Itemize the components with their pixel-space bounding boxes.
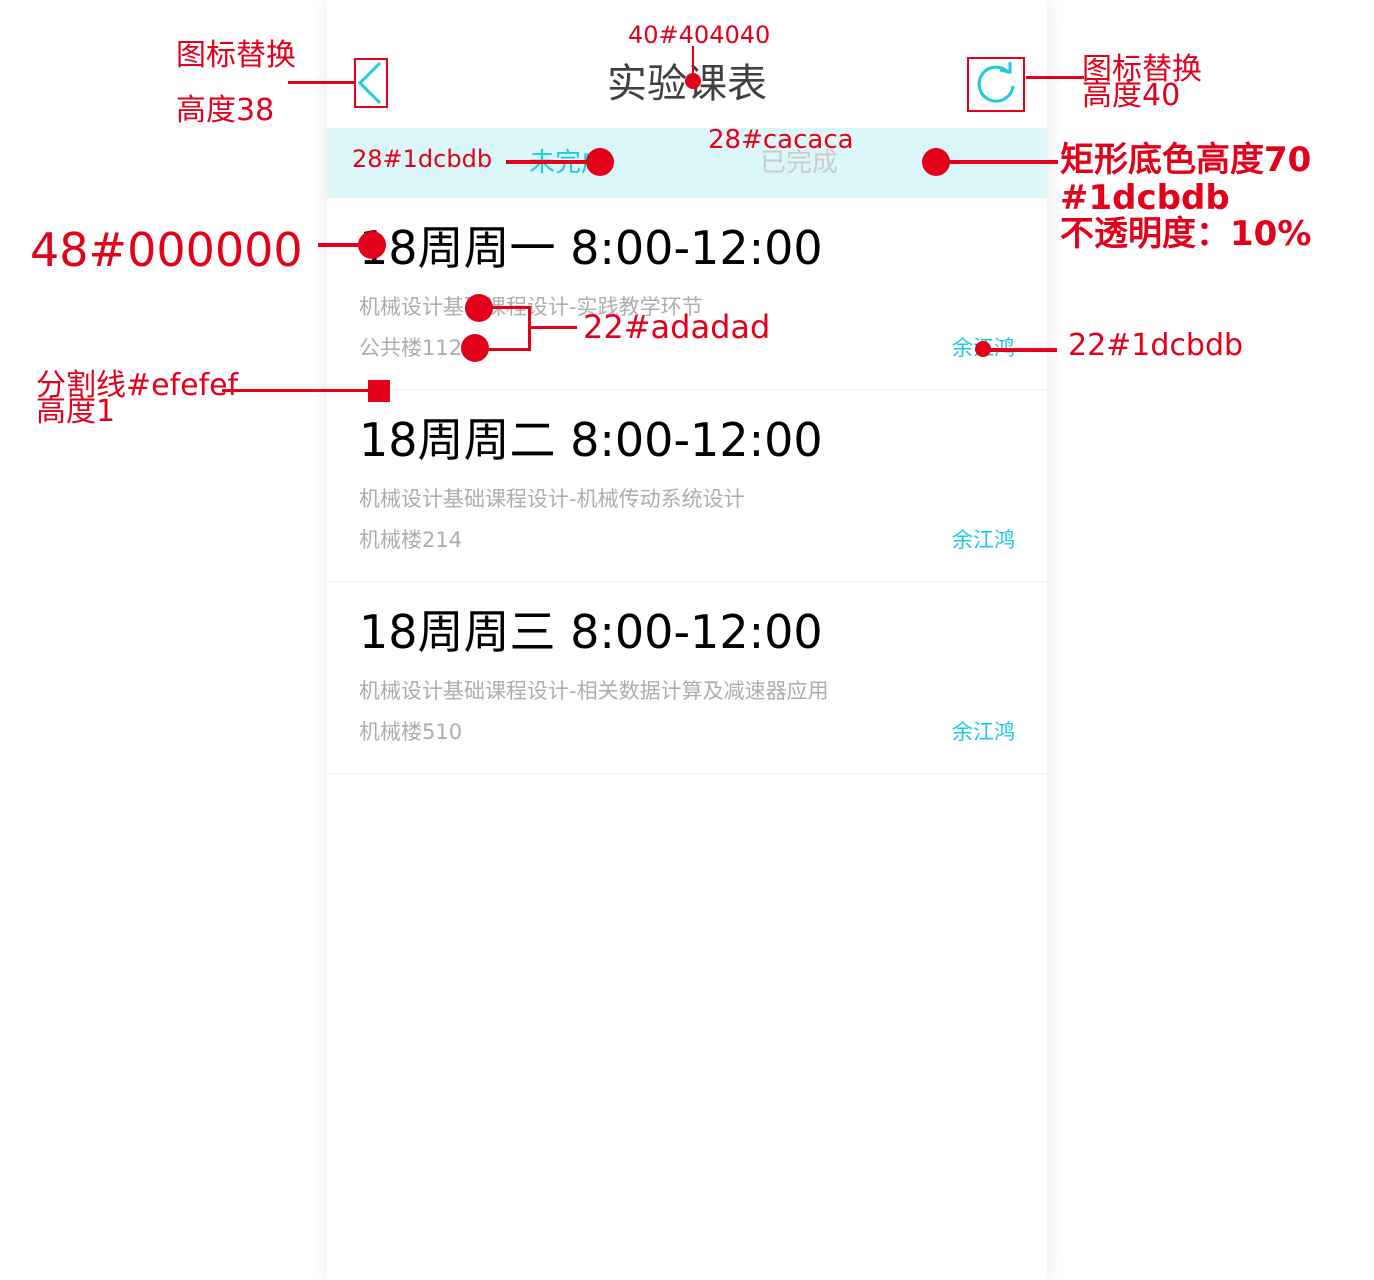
annotation-divider-height: 高度1	[36, 394, 116, 429]
class-time: 18周周二 8:00-12:00	[359, 413, 823, 467]
annotation-dot	[358, 231, 386, 259]
annotation-tabbar-color: #1dcbdb	[1060, 178, 1230, 218]
annotation-leader	[936, 160, 1058, 164]
course-name: 机械设计基础课程设计-相关数据计算及减速器应用	[359, 679, 829, 703]
design-spec-canvas: 实验课表 未完成 已完成 18周周一 8:00-12:00 机械设计基础课程设计…	[0, 0, 1374, 1280]
annotation-tab-inactive-spec: 28#cacaca	[708, 125, 854, 155]
annotation-leader	[475, 348, 531, 351]
annotation-refresh-icon-height: 高度40	[1082, 78, 1181, 113]
annotation-marker	[368, 380, 390, 402]
annotation-tab-active-spec: 28#1dcbdb	[352, 145, 493, 173]
annotation-leader	[288, 81, 354, 84]
phone-screen: 实验课表 未完成 已完成 18周周一 8:00-12:00 机械设计基础课程设计…	[327, 0, 1047, 1280]
annotation-leader	[1026, 76, 1084, 79]
schedule-row[interactable]: 18周周一 8:00-12:00 机械设计基础课程设计-实践教学环节 公共楼11…	[327, 198, 1047, 390]
schedule-row[interactable]: 18周周二 8:00-12:00 机械设计基础课程设计-机械传动系统设计 机械楼…	[327, 390, 1047, 582]
annotation-leader	[479, 306, 531, 309]
refresh-button[interactable]	[967, 57, 1025, 112]
course-name: 机械设计基础课程设计-机械传动系统设计	[359, 487, 745, 511]
refresh-icon	[977, 62, 1015, 103]
annotation-dot	[685, 73, 701, 89]
annotation-leader	[531, 326, 577, 329]
annotation-subtext-spec: 22#adadad	[583, 308, 771, 346]
annotation-back-icon-replace: 图标替换	[176, 38, 296, 73]
classroom: 机械楼214	[359, 528, 463, 552]
classroom: 机械楼510	[359, 720, 463, 744]
schedule-list: 18周周一 8:00-12:00 机械设计基础课程设计-实践教学环节 公共楼11…	[327, 198, 1047, 774]
teacher-name: 余江鸿	[952, 720, 1015, 744]
annotation-tabbar-opacity: 不透明度：10%	[1060, 214, 1312, 254]
annotation-leader	[983, 348, 1057, 352]
annotation-teacher-spec: 22#1dcbdb	[1068, 328, 1244, 363]
annotation-time-spec: 48#000000	[30, 223, 303, 277]
class-time: 18周周三 8:00-12:00	[359, 605, 823, 659]
annotation-tabbar-height: 矩形底色高度70	[1060, 140, 1312, 180]
teacher-name: 余江鸿	[952, 528, 1015, 552]
classroom: 公共楼112	[359, 336, 463, 360]
annotation-dot	[586, 148, 614, 176]
schedule-row[interactable]: 18周周三 8:00-12:00 机械设计基础课程设计-相关数据计算及减速器应用…	[327, 582, 1047, 774]
annotation-title-spec: 40#404040	[628, 21, 771, 49]
annotation-back-icon-height: 高度38	[176, 93, 275, 128]
class-time: 18周周一 8:00-12:00	[359, 221, 823, 275]
annotation-leader	[222, 389, 370, 392]
